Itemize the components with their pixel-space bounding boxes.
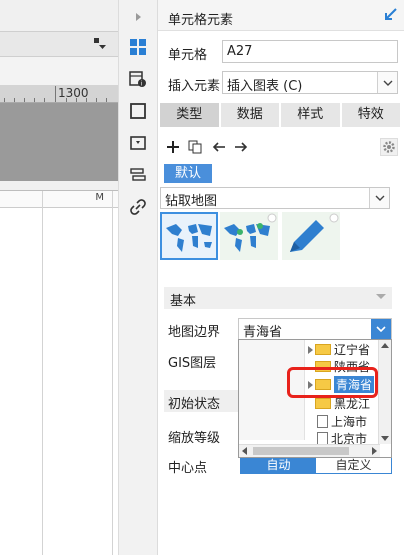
scroll-down-icon[interactable] (381, 436, 389, 441)
cell-label: 单元格 (168, 48, 208, 63)
tab-data[interactable]: 数据 (220, 103, 281, 127)
canvas-area[interactable] (0, 103, 118, 181)
column-label: M (95, 192, 104, 203)
map-thumbnail-custom[interactable] (282, 212, 340, 260)
property-panel: 单元格元素 单元格 A27 插入元素 插入图表 (C) 类型 数据 样式 特效 … (158, 0, 404, 555)
gis-layer-label: GIS图层 (168, 356, 217, 371)
zoom-level-label: 缩放等级 (168, 431, 221, 446)
tree-expand-icon[interactable] (305, 345, 315, 354)
arrow-right-icon[interactable] (232, 138, 250, 156)
frame-icon[interactable] (127, 100, 149, 122)
arrow-left-icon[interactable] (210, 138, 228, 156)
map-thumbnail-point[interactable] (220, 212, 278, 260)
copy-icon[interactable] (186, 138, 204, 156)
section-basic-label: 基本 (170, 294, 197, 309)
tab-style[interactable]: 样式 (281, 103, 342, 127)
grid-line (42, 191, 43, 555)
tab-bar: 类型 数据 样式 特效 (160, 103, 402, 127)
tab-type[interactable]: 类型 (160, 103, 221, 127)
map-type-value: 钻取地图 (165, 194, 218, 209)
scroll-up-icon[interactable] (381, 343, 389, 348)
dropdown-icon[interactable] (94, 38, 106, 50)
chevron-down-icon[interactable] (377, 72, 397, 93)
section-basic[interactable]: 基本 (164, 287, 392, 309)
horizontal-scrollbar[interactable] (239, 444, 380, 457)
tab-effect[interactable]: 特效 (341, 103, 402, 127)
icon-sidebar: i (118, 0, 158, 555)
document-icon (317, 415, 328, 428)
map-border-value: 青海省 (243, 325, 283, 340)
map-border-select[interactable]: 青海省 (238, 318, 392, 340)
center-custom-button[interactable]: 自定义 (316, 457, 391, 473)
panel-header: 单元格元素 (158, 0, 404, 31)
center-point-label: 中心点 (168, 461, 208, 476)
tree-item-label: 辽宁省 (334, 343, 371, 357)
folder-icon (315, 398, 331, 409)
panel-title: 单元格元素 (168, 13, 234, 28)
cell-input[interactable]: A27 (222, 40, 398, 63)
scroll-right-icon[interactable] (372, 447, 377, 455)
cell-element-icon[interactable] (127, 36, 149, 58)
column-header: M (0, 191, 118, 208)
sheet-blank (0, 57, 118, 85)
sheet-area: 1300 M (0, 0, 118, 555)
widget-icon[interactable] (127, 132, 149, 154)
caret-down-icon (376, 294, 386, 299)
scroll-thumb[interactable] (253, 447, 349, 455)
insert-element-value: 插入图表 (C) (227, 79, 303, 94)
ruler-label: 1300 (58, 86, 89, 100)
tree-item[interactable]: 上海市 (305, 413, 367, 430)
link-icon[interactable] (127, 196, 149, 218)
chevron-down-icon[interactable] (369, 188, 389, 208)
insert-label: 插入元素 (168, 79, 221, 94)
insert-element-select[interactable]: 插入图表 (C) (222, 71, 398, 94)
condition-icon[interactable] (127, 164, 149, 186)
cell-attribute-icon[interactable]: i (127, 68, 149, 90)
tree-item[interactable]: 辽宁省 (305, 341, 370, 358)
map-border-label: 地图边界 (168, 325, 221, 340)
folder-icon (315, 344, 331, 355)
sheet-toolbar (0, 31, 118, 57)
grid-line (112, 191, 113, 555)
map-thumbnail-region[interactable] (160, 212, 218, 260)
tree-item-label: 上海市 (331, 415, 368, 429)
spreadsheet-grid[interactable]: M (0, 190, 118, 555)
chevron-down-icon[interactable] (371, 319, 391, 339)
add-icon[interactable] (164, 138, 182, 156)
center-point-toggle: 自动 自定义 (240, 456, 392, 474)
ruler: 1300 (0, 85, 118, 103)
region-tree-dropdown[interactable]: 辽宁省 陕西省 青海省 黑龙江 上海市 北京市 (238, 339, 392, 458)
collapse-icon[interactable] (382, 7, 398, 23)
annotation-highlight-box (287, 367, 378, 398)
section-initial-state-label: 初始状态 (168, 397, 221, 412)
expand-arrow-icon[interactable] (127, 6, 149, 28)
default-button[interactable]: 默认 (164, 164, 212, 183)
gear-icon[interactable] (380, 138, 398, 156)
center-auto-button[interactable]: 自动 (241, 457, 316, 473)
map-type-select[interactable]: 钻取地图 (160, 187, 390, 209)
vertical-scrollbar[interactable] (378, 340, 391, 444)
scroll-left-icon[interactable] (242, 447, 247, 455)
